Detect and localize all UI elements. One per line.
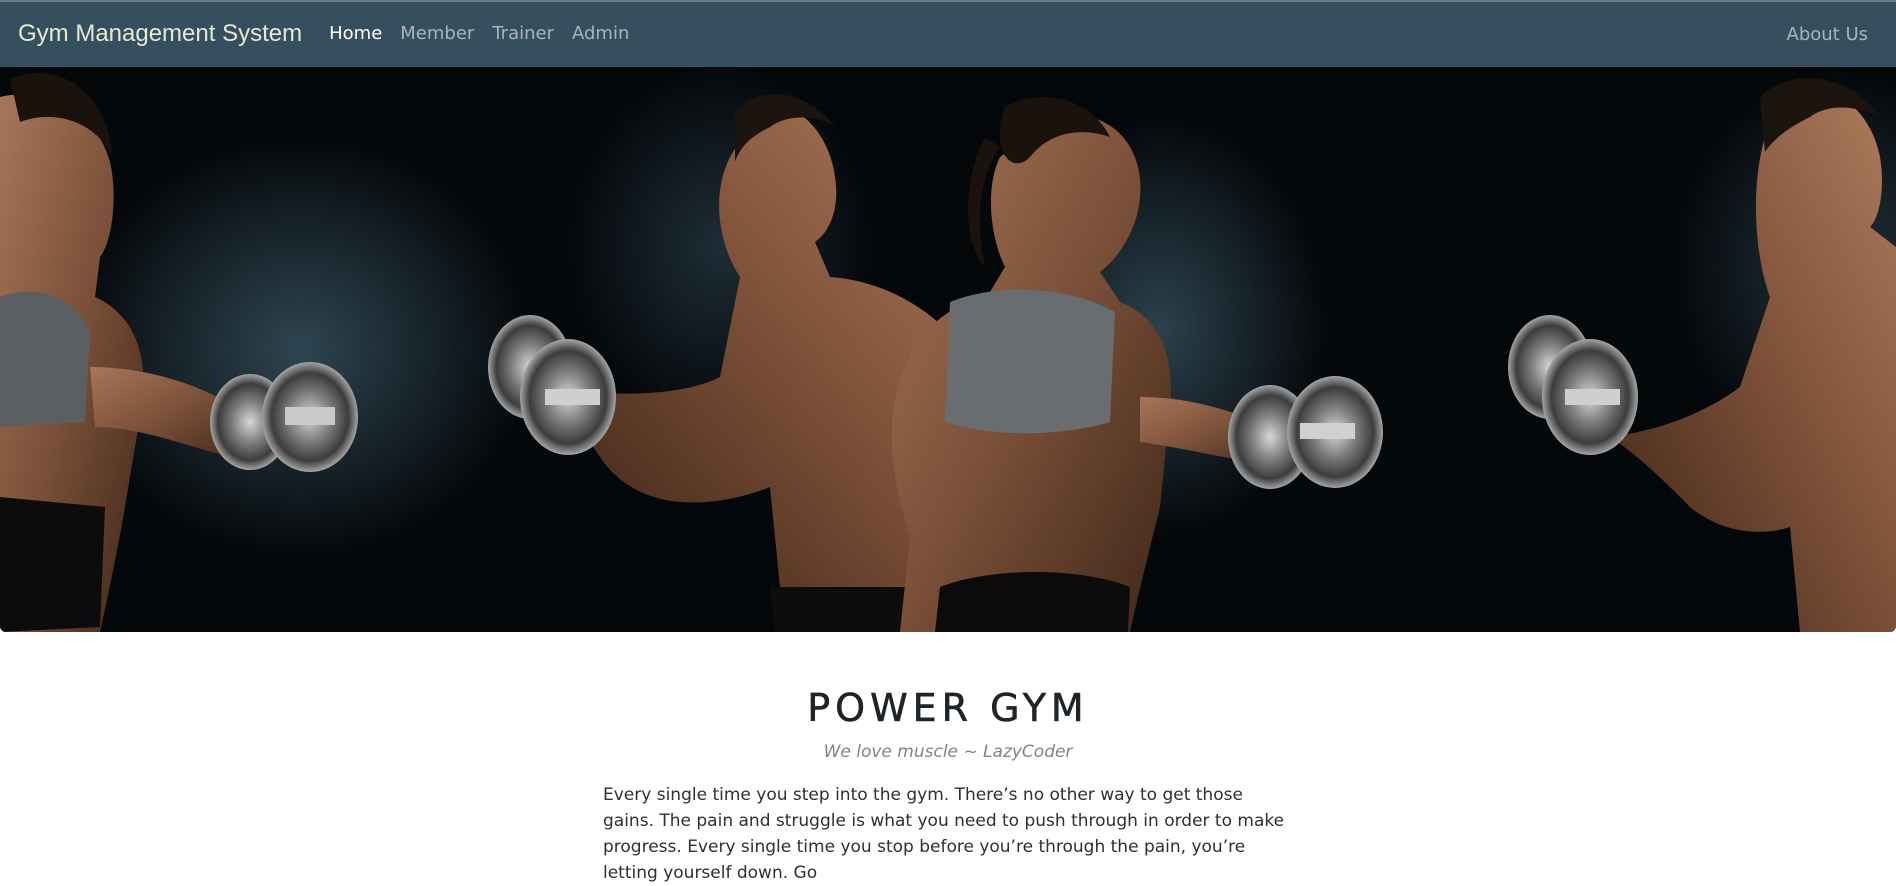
nav-link-about-us[interactable]: About Us [1787,24,1869,45]
woman-left-figure [0,72,261,632]
main-content: POWER GYM We love muscle ~ LazyCoder Eve… [0,632,1896,886]
top-navbar: Gym Management System Home Member Traine… [0,0,1896,67]
nav-link-admin[interactable]: Admin [572,23,629,44]
nav-link-home[interactable]: Home [329,23,382,44]
page-title: POWER GYM [807,686,1089,731]
dumbbell-left [210,362,358,472]
dumbbell-center-left [488,315,616,455]
dumbbell-right [1508,315,1638,455]
dumbbell-center-right [1228,376,1383,489]
nav-link-trainer[interactable]: Trainer [492,23,554,44]
nav-links: Home Member Trainer Admin [329,23,629,44]
tagline: We love muscle ~ LazyCoder [823,742,1073,762]
man-right-figure [1610,78,1896,632]
intro-paragraph: Every single time you step into the gym.… [603,785,1285,883]
hero-fitness-illustration [0,72,1896,632]
nav-link-member[interactable]: Member [400,23,474,44]
brand-logo[interactable]: Gym Management System [18,20,302,48]
hero-banner-image [0,67,1896,632]
woman-center-figure [891,97,1290,632]
